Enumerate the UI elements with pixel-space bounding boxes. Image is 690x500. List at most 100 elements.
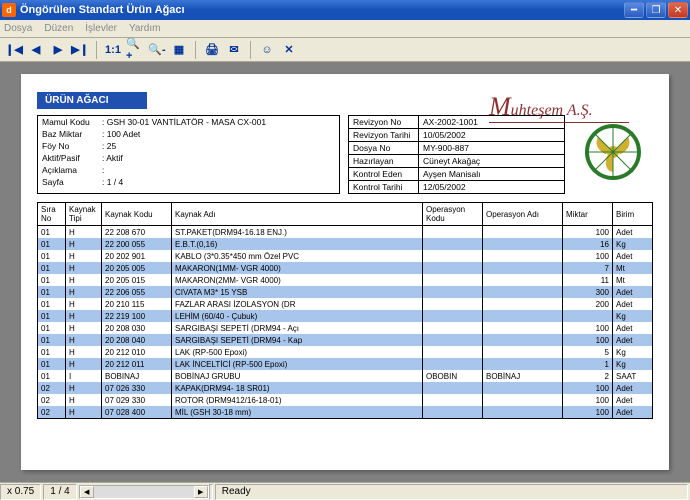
cell: 01 bbox=[38, 226, 66, 239]
cell: H bbox=[66, 406, 102, 419]
table-row: 02H07 029 330ROTOR (DRM9412/16-18-01)100… bbox=[38, 394, 653, 406]
cell: SAAT bbox=[613, 370, 653, 382]
prev-page-button[interactable]: ◀ bbox=[26, 40, 46, 60]
col-opkodu: Operasyon Kodu bbox=[423, 203, 483, 226]
cell: 20 212 011 bbox=[102, 358, 172, 370]
next-page-button[interactable]: ▶ bbox=[48, 40, 68, 60]
cell: H bbox=[66, 238, 102, 250]
scroll-left-icon[interactable]: ◀ bbox=[80, 486, 94, 498]
cell: I bbox=[66, 370, 102, 382]
cell bbox=[423, 334, 483, 346]
header-left-box: Mamul Kodu: GSH 30-01 VANTİLATÖR - MASA … bbox=[37, 115, 340, 194]
cell: Mt bbox=[613, 274, 653, 286]
toggle-grid-button[interactable]: ▦ bbox=[169, 40, 189, 60]
cell: 07 026 330 bbox=[102, 382, 172, 394]
app-icon: d bbox=[2, 3, 16, 17]
cell bbox=[483, 286, 563, 298]
company-logo: Muhteşem A.Ş. bbox=[489, 92, 629, 123]
minimize-button[interactable]: ━ bbox=[624, 2, 644, 18]
cell: MAKARON(2MM- VGR 4000) bbox=[172, 274, 423, 286]
cell: H bbox=[66, 310, 102, 322]
table-row: 02H07 028 400MİL (GSH 30-18 mm)100Adet bbox=[38, 406, 653, 419]
cell: 16 bbox=[563, 238, 613, 250]
cell: 20 205 015 bbox=[102, 274, 172, 286]
cell: 07 029 330 bbox=[102, 394, 172, 406]
menu-yardim[interactable]: Yardım bbox=[129, 23, 161, 34]
table-row: 01H22 219 100LEHİM (60/40 - Çubuk)Kg bbox=[38, 310, 653, 322]
foy-no-label: Föy No bbox=[38, 140, 98, 152]
cell: LAK İNCELTİCİ (RP-500 Epoxi) bbox=[172, 358, 423, 370]
menu-dosya[interactable]: Dosya bbox=[4, 23, 32, 34]
cell: LAK (RP-500 Epoxi) bbox=[172, 346, 423, 358]
baz-miktar-value: : 100 Adet bbox=[98, 128, 339, 140]
table-row: 01IBOBINAJBOBİNAJ GRUBUOBOBINBOBİNAJ2SAA… bbox=[38, 370, 653, 382]
ktarih-value: 12/05/2002 bbox=[419, 181, 564, 193]
cell bbox=[423, 238, 483, 250]
baz-miktar-label: Baz Miktar bbox=[38, 128, 98, 140]
cell: 100 bbox=[563, 394, 613, 406]
cell bbox=[483, 382, 563, 394]
cell: H bbox=[66, 226, 102, 239]
cell: H bbox=[66, 334, 102, 346]
cell: 200 bbox=[563, 298, 613, 310]
menu-islevler[interactable]: İşlevler bbox=[85, 23, 117, 34]
scroll-track[interactable] bbox=[94, 486, 194, 498]
close-button[interactable]: ✕ bbox=[668, 2, 688, 18]
table-row: 01H20 205 005MAKARON(1MM- VGR 4000)7Mt bbox=[38, 262, 653, 274]
col-tipi: Kaynak Tipi bbox=[66, 203, 102, 226]
cell: 100 bbox=[563, 334, 613, 346]
cell: E.B.T.(0,16) bbox=[172, 238, 423, 250]
zoom-out-button[interactable]: 🔍- bbox=[147, 40, 167, 60]
cell: 1 bbox=[563, 358, 613, 370]
document-area[interactable]: Muhteşem A.Ş. ÜRÜN AĞACI Mamul Kodu: GSH… bbox=[0, 62, 690, 482]
about-button[interactable]: ☺ bbox=[257, 40, 277, 60]
cell: H bbox=[66, 382, 102, 394]
cell: Kg bbox=[613, 238, 653, 250]
cell bbox=[483, 406, 563, 419]
scroll-right-icon[interactable]: ▶ bbox=[194, 486, 208, 498]
cell: 11 bbox=[563, 274, 613, 286]
cell: 22 200 055 bbox=[102, 238, 172, 250]
cell bbox=[423, 394, 483, 406]
exit-button[interactable]: ✕ bbox=[279, 40, 299, 60]
mamul-kodu-label: Mamul Kodu bbox=[38, 116, 98, 128]
table-row: 01H20 210 115FAZLAR ARASI İZOLASYON (DR2… bbox=[38, 298, 653, 310]
cell bbox=[483, 358, 563, 370]
page-scroller[interactable]: ◀ ▶ bbox=[79, 485, 209, 499]
cell: 01 bbox=[38, 274, 66, 286]
print-button[interactable]: 🖨 bbox=[202, 40, 222, 60]
cell: 300 bbox=[563, 286, 613, 298]
first-page-button[interactable]: ❙◀ bbox=[4, 40, 24, 60]
cell bbox=[483, 334, 563, 346]
cell: 01 bbox=[38, 310, 66, 322]
cell bbox=[423, 250, 483, 262]
cell bbox=[423, 286, 483, 298]
cell: CIVATA M3* 15 YSB bbox=[172, 286, 423, 298]
cell: H bbox=[66, 274, 102, 286]
zoom-in-button[interactable]: 🔍+ bbox=[125, 40, 145, 60]
cell bbox=[423, 226, 483, 239]
menu-duzen[interactable]: Düzen bbox=[44, 23, 73, 34]
dosya-label: Dosya No bbox=[349, 142, 419, 155]
cell: BOBİNAJ bbox=[483, 370, 563, 382]
cell: 7 bbox=[563, 262, 613, 274]
mail-button[interactable]: ✉ bbox=[224, 40, 244, 60]
cell: H bbox=[66, 322, 102, 334]
cell: 01 bbox=[38, 298, 66, 310]
bom-table: Sıra No Kaynak Tipi Kaynak Kodu Kaynak A… bbox=[37, 202, 653, 419]
cell: 01 bbox=[38, 286, 66, 298]
maximize-button[interactable]: ❐ bbox=[646, 2, 666, 18]
cell bbox=[423, 262, 483, 274]
cell: 01 bbox=[38, 262, 66, 274]
zoom-fit-button[interactable]: 1:1 bbox=[103, 40, 123, 60]
aciklama-label: Açıklama bbox=[38, 164, 98, 176]
cell: 20 212 010 bbox=[102, 346, 172, 358]
title-bar: d Öngörülen Standart Ürün Ağacı ━ ❐ ✕ bbox=[0, 0, 690, 20]
cell: Adet bbox=[613, 394, 653, 406]
status-text: Ready bbox=[215, 484, 688, 500]
product-image bbox=[573, 115, 653, 189]
cell: KAPAK(DRM94- 18 SR01) bbox=[172, 382, 423, 394]
cell bbox=[423, 358, 483, 370]
last-page-button[interactable]: ▶❙ bbox=[70, 40, 90, 60]
cell bbox=[483, 322, 563, 334]
